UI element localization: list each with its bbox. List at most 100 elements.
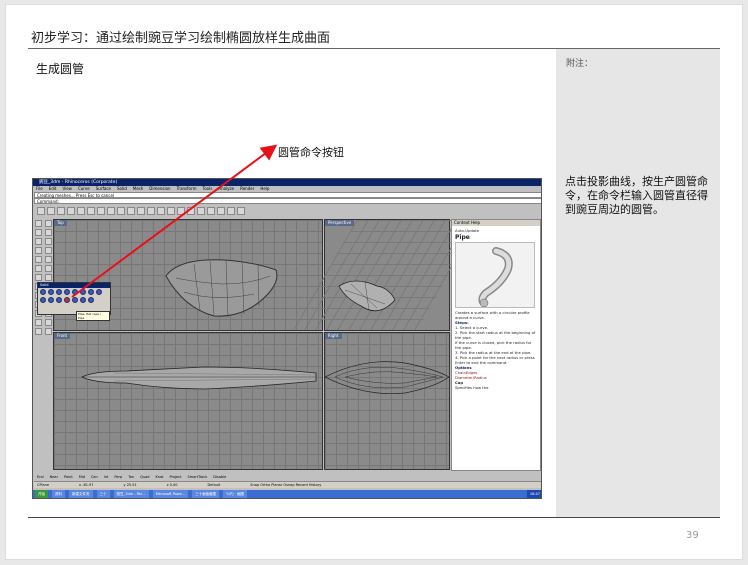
paste-icon[interactable] [97,207,105,215]
point-icon[interactable] [45,220,52,227]
viewport-front[interactable]: Front [53,332,323,470]
zoom-extents-icon[interactable] [157,207,165,215]
text-solid-icon[interactable] [72,297,78,303]
cut-icon[interactable] [77,207,85,215]
left-toolbar [34,219,52,469]
rectangle-icon[interactable] [45,256,52,263]
slide-title: 初步学习：通过绘制豌豆学习绘制椭圆放样生成曲面 [31,31,331,46]
curve-icon[interactable] [35,238,42,245]
osnap-option[interactable]: Near [50,474,58,480]
shell-icon[interactable] [88,297,94,303]
osnap-option[interactable]: SmartTrack [187,474,207,480]
loft-icon[interactable] [45,265,52,272]
help-intro: Creates a surface with a circular profil… [455,310,530,320]
mesh-icon[interactable] [45,274,52,281]
dimension-icon[interactable] [35,319,42,326]
text-icon[interactable] [45,319,52,326]
help-step: If the curve is closed, pick the radius … [455,340,532,350]
osnap-option[interactable]: End [37,474,44,480]
copy-icon[interactable] [87,207,95,215]
mode-toggles[interactable]: Snap Ortho Planar Osnap Record History [250,482,321,488]
ellipsoid-icon[interactable] [80,289,86,295]
footer-divider [28,517,720,518]
pan-icon[interactable] [117,207,125,215]
grid-icon[interactable] [167,207,175,215]
pea-pod-front-wireframe [81,366,317,390]
cylinder-icon[interactable] [56,289,62,295]
taskbar-item[interactable]: 三十画板截图 [192,490,220,498]
osnap-option[interactable]: Disable [213,474,226,480]
paraboloid-icon[interactable] [88,289,94,295]
callout-label: 圆管命令按钮 [278,146,344,159]
circle-icon[interactable] [45,238,52,245]
zoom-icon[interactable] [137,207,145,215]
surface-icon[interactable] [35,265,42,272]
page-number: 39 [686,530,699,541]
taskbar-item[interactable]: 资料 [52,490,65,498]
start-button[interactable]: 开始 [35,490,48,498]
print-icon[interactable] [67,207,75,215]
shaded-icon[interactable] [207,207,215,215]
truncated-cone-icon[interactable] [96,289,102,295]
osnap-option[interactable]: Int [104,474,109,480]
viewport-right[interactable]: Right [324,332,450,470]
ellipse-icon[interactable] [45,247,52,254]
taskbar-item[interactable]: 豌豆_3dm - Rhi... [113,490,149,498]
solid-icon[interactable] [35,274,42,281]
slab-icon[interactable] [48,297,54,303]
polyline-icon[interactable] [45,229,52,236]
taskbar-item[interactable]: Microsoft Powe... [152,490,189,498]
zoom-window-icon[interactable] [147,207,155,215]
taskbar-item[interactable]: 三十 [96,490,110,498]
osnap-option[interactable]: Tan [128,474,134,480]
help-step: 4. Pick a point for the next radius or p… [455,355,535,365]
open-file-icon[interactable] [47,207,55,215]
render-icon[interactable] [217,207,225,215]
taskbar-clock: 16:47 [526,490,541,498]
light-icon[interactable] [227,207,235,215]
torus-icon[interactable] [72,289,78,295]
rotate-view-icon[interactable] [127,207,135,215]
standard-toolbar [34,207,452,218]
osnap-option[interactable]: Project [170,474,182,480]
layer-indicator[interactable]: Default [207,482,220,488]
status-bar: CPlane x -61.97 y 25.51 z 0.00 Default S… [34,481,541,488]
viewport-perspective[interactable]: Perspective [293,219,481,331]
osnap-option[interactable]: Knot [155,474,163,480]
osnap-option[interactable]: Quad [140,474,149,480]
analyze-icon[interactable] [35,328,42,335]
rhino-screenshot: 豌豆_3dm - Rhinoceros (Corporate) File Edi… [32,178,542,499]
line-icon[interactable] [35,229,42,236]
osnap-option[interactable]: Perp [114,474,122,480]
context-help-panel: Context Help Auto-Update Pipe Creates a … [451,219,541,471]
cone-icon[interactable] [64,289,70,295]
solid-toolbar-popup: Solid Pipe, flat caps / Pipe [37,282,111,321]
wireframe-icon[interactable] [197,207,205,215]
cap-icon[interactable] [80,297,86,303]
taskbar-item[interactable]: 新建文件夹 [69,490,93,498]
undo-icon[interactable] [107,207,115,215]
pipe-icon[interactable] [64,297,70,303]
arc-icon[interactable] [35,247,42,254]
pea-pod-perspective [338,280,396,312]
render-tool-icon[interactable] [45,328,52,335]
help-icon[interactable] [237,207,245,215]
osnap-option[interactable]: Mid [79,474,85,480]
box-icon[interactable] [40,289,46,295]
extrude-icon[interactable] [40,297,46,303]
new-file-icon[interactable] [37,207,45,215]
pipe-tooltip: Pipe, flat caps / Pipe [76,311,110,321]
polygon-icon[interactable] [35,256,42,263]
osnap-option[interactable]: Point [64,474,73,480]
save-icon[interactable] [57,207,65,215]
osnap-option[interactable]: Cen [91,474,98,480]
command-input[interactable]: Command: [34,198,541,204]
taskbar-item[interactable]: Y:\P) · 画图 [223,490,247,498]
layer-icon[interactable] [177,207,185,215]
osnap-bar: End Near Point Mid Cen Int Perp Tan Quad… [34,474,541,480]
properties-icon[interactable] [187,207,195,215]
sphere-icon[interactable] [48,289,54,295]
tube-icon[interactable] [56,297,62,303]
windows-taskbar: 开始 资料 新建文件夹 三十 豌豆_3dm - Rhi... Microsoft… [33,490,541,498]
select-icon[interactable] [35,220,42,227]
